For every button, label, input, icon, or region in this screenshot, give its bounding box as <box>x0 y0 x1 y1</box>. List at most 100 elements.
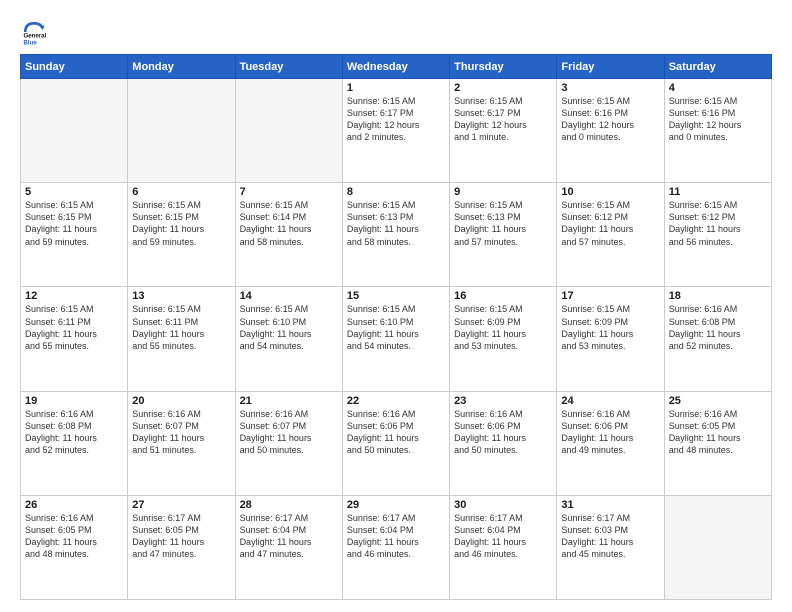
day-number: 31 <box>561 499 659 511</box>
calendar-cell: 27Sunrise: 6:17 AM Sunset: 6:05 PM Dayli… <box>128 495 235 599</box>
calendar-cell: 29Sunrise: 6:17 AM Sunset: 6:04 PM Dayli… <box>342 495 449 599</box>
calendar-cell: 10Sunrise: 6:15 AM Sunset: 6:12 PM Dayli… <box>557 183 664 287</box>
day-number: 17 <box>561 290 659 302</box>
weekday-header-thursday: Thursday <box>450 55 557 79</box>
day-number: 4 <box>669 82 767 94</box>
day-number: 28 <box>240 499 338 511</box>
logo: General Blue <box>20 18 48 46</box>
calendar-cell: 7Sunrise: 6:15 AM Sunset: 6:14 PM Daylig… <box>235 183 342 287</box>
calendar-cell: 19Sunrise: 6:16 AM Sunset: 6:08 PM Dayli… <box>21 391 128 495</box>
calendar-cell: 21Sunrise: 6:16 AM Sunset: 6:07 PM Dayli… <box>235 391 342 495</box>
day-info: Sunrise: 6:15 AM Sunset: 6:15 PM Dayligh… <box>132 199 230 248</box>
weekday-header-row: SundayMondayTuesdayWednesdayThursdayFrid… <box>21 55 772 79</box>
calendar-cell: 26Sunrise: 6:16 AM Sunset: 6:05 PM Dayli… <box>21 495 128 599</box>
calendar-cell: 9Sunrise: 6:15 AM Sunset: 6:13 PM Daylig… <box>450 183 557 287</box>
weekday-header-tuesday: Tuesday <box>235 55 342 79</box>
day-info: Sunrise: 6:15 AM Sunset: 6:16 PM Dayligh… <box>669 95 767 144</box>
day-info: Sunrise: 6:16 AM Sunset: 6:08 PM Dayligh… <box>25 408 123 457</box>
day-info: Sunrise: 6:15 AM Sunset: 6:12 PM Dayligh… <box>669 199 767 248</box>
day-number: 12 <box>25 290 123 302</box>
calendar-cell: 16Sunrise: 6:15 AM Sunset: 6:09 PM Dayli… <box>450 287 557 391</box>
calendar-cell: 25Sunrise: 6:16 AM Sunset: 6:05 PM Dayli… <box>664 391 771 495</box>
day-info: Sunrise: 6:16 AM Sunset: 6:06 PM Dayligh… <box>561 408 659 457</box>
calendar-cell: 5Sunrise: 6:15 AM Sunset: 6:15 PM Daylig… <box>21 183 128 287</box>
day-number: 30 <box>454 499 552 511</box>
calendar-cell: 4Sunrise: 6:15 AM Sunset: 6:16 PM Daylig… <box>664 79 771 183</box>
page: General Blue SundayMondayTuesdayWednesda… <box>0 0 792 612</box>
day-info: Sunrise: 6:17 AM Sunset: 6:05 PM Dayligh… <box>132 512 230 561</box>
calendar-cell: 8Sunrise: 6:15 AM Sunset: 6:13 PM Daylig… <box>342 183 449 287</box>
calendar-cell: 12Sunrise: 6:15 AM Sunset: 6:11 PM Dayli… <box>21 287 128 391</box>
calendar-cell: 1Sunrise: 6:15 AM Sunset: 6:17 PM Daylig… <box>342 79 449 183</box>
day-number: 10 <box>561 186 659 198</box>
day-info: Sunrise: 6:16 AM Sunset: 6:08 PM Dayligh… <box>669 303 767 352</box>
calendar-cell: 31Sunrise: 6:17 AM Sunset: 6:03 PM Dayli… <box>557 495 664 599</box>
weekday-header-friday: Friday <box>557 55 664 79</box>
day-info: Sunrise: 6:15 AM Sunset: 6:13 PM Dayligh… <box>454 199 552 248</box>
day-number: 25 <box>669 395 767 407</box>
calendar-cell: 24Sunrise: 6:16 AM Sunset: 6:06 PM Dayli… <box>557 391 664 495</box>
day-number: 29 <box>347 499 445 511</box>
calendar-cell: 18Sunrise: 6:16 AM Sunset: 6:08 PM Dayli… <box>664 287 771 391</box>
day-number: 7 <box>240 186 338 198</box>
day-info: Sunrise: 6:16 AM Sunset: 6:05 PM Dayligh… <box>669 408 767 457</box>
calendar-cell: 3Sunrise: 6:15 AM Sunset: 6:16 PM Daylig… <box>557 79 664 183</box>
week-row-5: 26Sunrise: 6:16 AM Sunset: 6:05 PM Dayli… <box>21 495 772 599</box>
calendar-cell <box>128 79 235 183</box>
weekday-header-wednesday: Wednesday <box>342 55 449 79</box>
calendar-cell: 6Sunrise: 6:15 AM Sunset: 6:15 PM Daylig… <box>128 183 235 287</box>
day-info: Sunrise: 6:15 AM Sunset: 6:16 PM Dayligh… <box>561 95 659 144</box>
day-info: Sunrise: 6:15 AM Sunset: 6:17 PM Dayligh… <box>347 95 445 144</box>
calendar-cell: 11Sunrise: 6:15 AM Sunset: 6:12 PM Dayli… <box>664 183 771 287</box>
calendar-cell: 28Sunrise: 6:17 AM Sunset: 6:04 PM Dayli… <box>235 495 342 599</box>
day-number: 16 <box>454 290 552 302</box>
calendar-cell <box>664 495 771 599</box>
day-info: Sunrise: 6:15 AM Sunset: 6:10 PM Dayligh… <box>240 303 338 352</box>
day-number: 27 <box>132 499 230 511</box>
calendar-cell: 23Sunrise: 6:16 AM Sunset: 6:06 PM Dayli… <box>450 391 557 495</box>
week-row-1: 1Sunrise: 6:15 AM Sunset: 6:17 PM Daylig… <box>21 79 772 183</box>
day-number: 23 <box>454 395 552 407</box>
calendar-cell <box>235 79 342 183</box>
day-number: 15 <box>347 290 445 302</box>
day-number: 26 <box>25 499 123 511</box>
day-number: 13 <box>132 290 230 302</box>
day-number: 24 <box>561 395 659 407</box>
day-info: Sunrise: 6:17 AM Sunset: 6:04 PM Dayligh… <box>347 512 445 561</box>
day-number: 21 <box>240 395 338 407</box>
weekday-header-monday: Monday <box>128 55 235 79</box>
calendar-cell: 30Sunrise: 6:17 AM Sunset: 6:04 PM Dayli… <box>450 495 557 599</box>
day-info: Sunrise: 6:16 AM Sunset: 6:07 PM Dayligh… <box>132 408 230 457</box>
calendar-cell: 17Sunrise: 6:15 AM Sunset: 6:09 PM Dayli… <box>557 287 664 391</box>
day-info: Sunrise: 6:16 AM Sunset: 6:06 PM Dayligh… <box>454 408 552 457</box>
day-info: Sunrise: 6:16 AM Sunset: 6:07 PM Dayligh… <box>240 408 338 457</box>
day-info: Sunrise: 6:17 AM Sunset: 6:04 PM Dayligh… <box>454 512 552 561</box>
day-number: 3 <box>561 82 659 94</box>
day-info: Sunrise: 6:16 AM Sunset: 6:05 PM Dayligh… <box>25 512 123 561</box>
svg-text:Blue: Blue <box>24 39 38 46</box>
calendar-cell: 2Sunrise: 6:15 AM Sunset: 6:17 PM Daylig… <box>450 79 557 183</box>
day-info: Sunrise: 6:15 AM Sunset: 6:12 PM Dayligh… <box>561 199 659 248</box>
day-info: Sunrise: 6:17 AM Sunset: 6:04 PM Dayligh… <box>240 512 338 561</box>
calendar-cell <box>21 79 128 183</box>
day-number: 5 <box>25 186 123 198</box>
day-number: 22 <box>347 395 445 407</box>
day-info: Sunrise: 6:17 AM Sunset: 6:03 PM Dayligh… <box>561 512 659 561</box>
calendar-cell: 14Sunrise: 6:15 AM Sunset: 6:10 PM Dayli… <box>235 287 342 391</box>
day-number: 8 <box>347 186 445 198</box>
weekday-header-sunday: Sunday <box>21 55 128 79</box>
day-number: 9 <box>454 186 552 198</box>
day-number: 1 <box>347 82 445 94</box>
day-number: 20 <box>132 395 230 407</box>
day-info: Sunrise: 6:15 AM Sunset: 6:15 PM Dayligh… <box>25 199 123 248</box>
weekday-header-saturday: Saturday <box>664 55 771 79</box>
day-info: Sunrise: 6:15 AM Sunset: 6:13 PM Dayligh… <box>347 199 445 248</box>
day-info: Sunrise: 6:15 AM Sunset: 6:14 PM Dayligh… <box>240 199 338 248</box>
week-row-2: 5Sunrise: 6:15 AM Sunset: 6:15 PM Daylig… <box>21 183 772 287</box>
day-number: 19 <box>25 395 123 407</box>
day-info: Sunrise: 6:15 AM Sunset: 6:10 PM Dayligh… <box>347 303 445 352</box>
header: General Blue <box>20 18 772 46</box>
svg-text:General: General <box>24 32 47 39</box>
day-number: 2 <box>454 82 552 94</box>
calendar-cell: 20Sunrise: 6:16 AM Sunset: 6:07 PM Dayli… <box>128 391 235 495</box>
